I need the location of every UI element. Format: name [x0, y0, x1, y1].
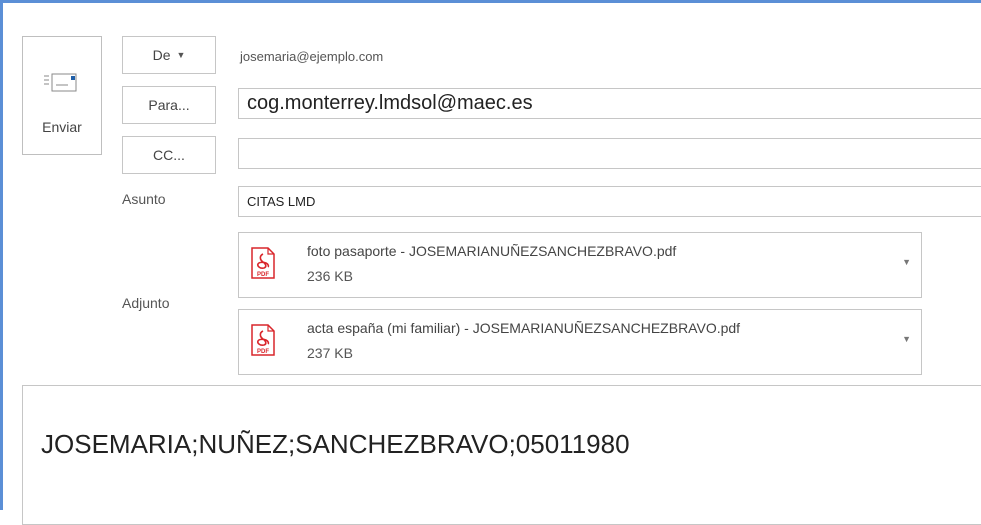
- attachment-item[interactable]: PDF foto pasaporte - JOSEMARIANUÑEZSANCH…: [238, 232, 922, 298]
- message-body-text: JOSEMARIA;NUÑEZ;SANCHEZBRAVO;05011980: [41, 429, 630, 459]
- cc-field[interactable]: [238, 138, 981, 169]
- svg-text:PDF: PDF: [257, 272, 269, 278]
- message-body[interactable]: JOSEMARIA;NUÑEZ;SANCHEZBRAVO;05011980: [22, 385, 981, 525]
- attachment-size: 236 KB: [307, 268, 353, 284]
- cc-button-label: CC...: [153, 147, 185, 163]
- to-button[interactable]: Para...: [122, 86, 216, 124]
- svg-text:PDF: PDF: [257, 349, 269, 355]
- to-field-value: cog.monterrey.lmdsol@maec.es: [247, 92, 533, 114]
- subject-field-value: CITAS LMD: [247, 194, 316, 209]
- from-button[interactable]: De ▼: [122, 36, 216, 74]
- to-field[interactable]: cog.monterrey.lmdsol@maec.es: [238, 88, 981, 119]
- attachment-name: acta españa (mi familiar) - JOSEMARIANUÑ…: [307, 320, 741, 336]
- subject-label: Asunto: [122, 191, 166, 207]
- cc-button[interactable]: CC...: [122, 136, 216, 174]
- attachment-label: Adjunto: [122, 295, 170, 311]
- pdf-icon: PDF: [251, 247, 275, 279]
- to-button-label: Para...: [148, 97, 190, 113]
- send-button[interactable]: Enviar: [22, 36, 102, 155]
- attachment-item[interactable]: PDF acta españa (mi familiar) - JOSEMARI…: [238, 309, 922, 375]
- from-address: josemaria@ejemplo.com: [240, 49, 384, 64]
- send-button-label: Enviar: [42, 119, 82, 135]
- chevron-down-icon: ▼: [176, 50, 186, 60]
- send-mail-icon: [44, 73, 77, 92]
- compose-window: Enviar De ▼ josemaria@ejemplo.com Para..…: [0, 0, 981, 525]
- attachment-name: foto pasaporte - JOSEMARIANUÑEZSANCHEZBR…: [307, 243, 677, 259]
- chevron-down-icon[interactable]: ▼: [902, 257, 911, 267]
- from-button-label: De: [152, 47, 171, 63]
- subject-field[interactable]: CITAS LMD: [238, 186, 981, 217]
- chevron-down-icon[interactable]: ▼: [902, 334, 911, 344]
- attachment-size: 237 KB: [307, 345, 353, 361]
- pdf-icon: PDF: [251, 324, 275, 356]
